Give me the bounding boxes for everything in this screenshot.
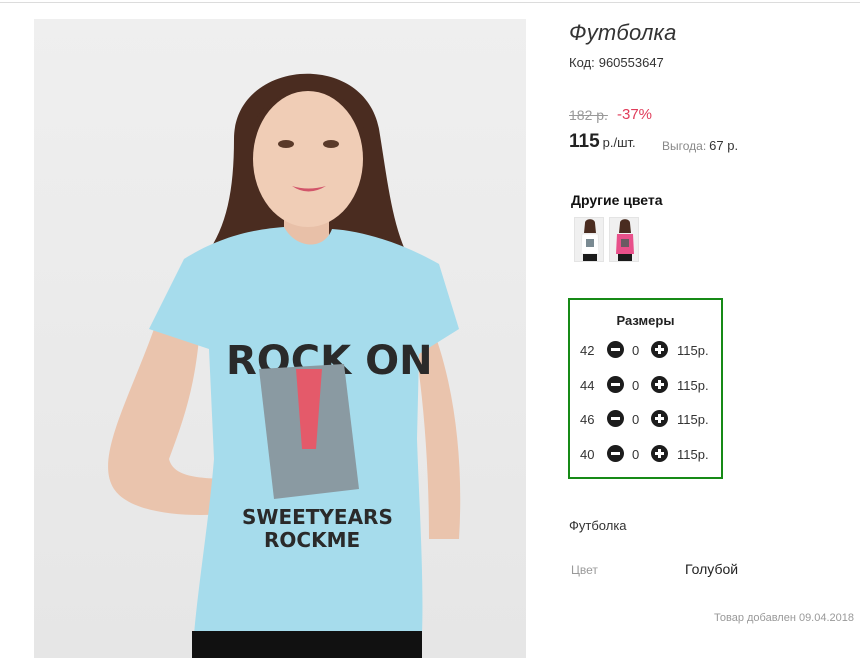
- top-divider: [0, 2, 860, 3]
- other-colors-heading: Другие цвета: [571, 192, 663, 208]
- minus-circle-icon[interactable]: [607, 445, 624, 462]
- color-swatch-white[interactable]: [574, 217, 604, 262]
- sizes-panel: Размеры 42 0 115р. 44 0 115р. 46 0 115р.…: [568, 298, 723, 479]
- size-quantity: 0: [632, 447, 640, 462]
- size-row-42: 42 0 115р.: [570, 341, 721, 361]
- size-price: 115р.: [677, 378, 709, 393]
- minus-circle-icon[interactable]: [607, 376, 624, 393]
- size-row-46: 46 0 115р.: [570, 410, 721, 430]
- product-code-label: Код:: [569, 55, 595, 70]
- svg-text:ROCKME: ROCKME: [264, 528, 360, 552]
- size-price: 115р.: [677, 412, 709, 427]
- current-price: 115 р./шт.: [569, 131, 636, 153]
- size-label: 46: [580, 412, 595, 427]
- minus-circle-icon[interactable]: [607, 341, 624, 358]
- plus-circle-icon[interactable]: [651, 410, 668, 427]
- size-quantity: 0: [632, 378, 640, 393]
- plus-circle-icon[interactable]: [651, 376, 668, 393]
- product-code-value: 960553647: [598, 55, 664, 70]
- sizes-heading: Размеры: [616, 313, 675, 328]
- product-title: Футболка: [569, 20, 677, 45]
- svg-text:SWEETYEARS: SWEETYEARS: [242, 505, 393, 529]
- attribute-value-color: Голубой: [685, 561, 739, 577]
- saving-label: Выгода:: [662, 139, 707, 153]
- product-photo[interactable]: ROCK ON SWEETYEARS ROCKME: [34, 19, 526, 658]
- old-price: 182 р.: [569, 107, 608, 123]
- saving: Выгода: 67 р.: [662, 137, 738, 155]
- size-label: 42: [580, 343, 595, 358]
- description-title: Футболка: [569, 518, 627, 533]
- size-price: 115р.: [677, 343, 709, 358]
- size-label: 44: [580, 378, 595, 393]
- plus-circle-icon[interactable]: [651, 341, 668, 358]
- size-quantity: 0: [632, 412, 640, 427]
- size-row-40: 40 0 115р.: [570, 445, 721, 465]
- price-value: 115: [569, 131, 600, 152]
- plus-circle-icon[interactable]: [651, 445, 668, 462]
- attribute-label-color: Цвет: [571, 563, 598, 577]
- product-code: Код: 960553647: [569, 55, 664, 70]
- price-unit: р./шт.: [602, 135, 636, 150]
- saving-value: 67 р.: [709, 138, 739, 153]
- added-date: Товар добавлен 09.04.2018: [714, 612, 855, 624]
- minus-circle-icon[interactable]: [607, 410, 624, 427]
- size-label: 40: [580, 447, 595, 462]
- size-price: 115р.: [677, 447, 709, 462]
- discount-badge: -37%: [617, 106, 653, 123]
- color-swatch-pink[interactable]: [609, 217, 639, 262]
- size-quantity: 0: [632, 343, 640, 358]
- size-row-44: 44 0 115р.: [570, 376, 721, 396]
